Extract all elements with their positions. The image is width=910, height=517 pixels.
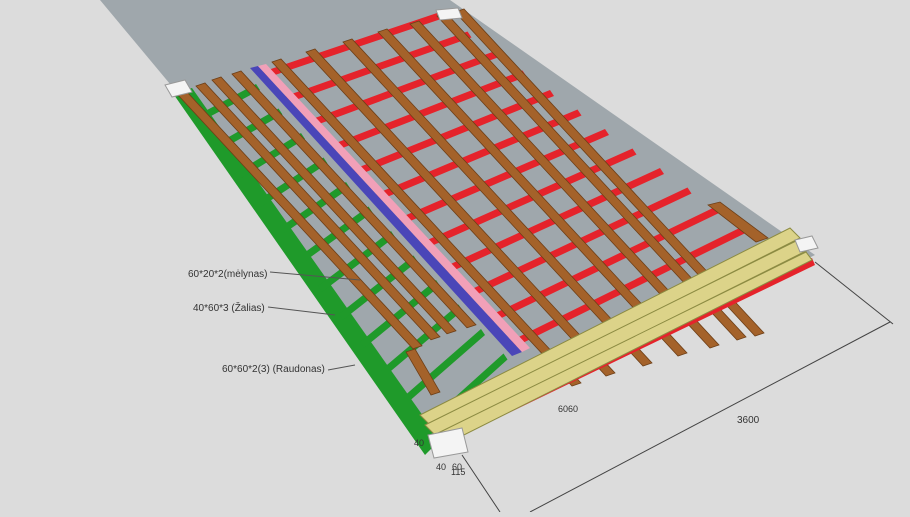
dimension-small: 60 [558,404,568,414]
dimension-3600: 3600 [737,415,760,426]
dimension-small: 60 [568,404,578,414]
dimension-small: 40 [436,462,446,472]
frame-model-drawing: 60*20*2(mėlynas) 40*60*3 (Žalias) 60*60*… [100,0,894,513]
end-block [435,7,463,21]
label-blue-profile: 60*20*2(mėlynas) [188,269,268,280]
label-green-profile: 40*60*3 (Žalias) [193,301,265,314]
3d-model-viewport[interactable]: 60*20*2(mėlynas) 40*60*3 (Žalias) 60*60*… [0,0,910,513]
dimension-extension [814,261,894,325]
label-leader-red [327,364,356,371]
dimension-extension [461,454,501,513]
dimension-small: 115 [451,467,465,477]
label-red-profile: 60*60*2(3) (Raudonas) [222,364,325,375]
dimension-small: 40 [414,438,424,448]
